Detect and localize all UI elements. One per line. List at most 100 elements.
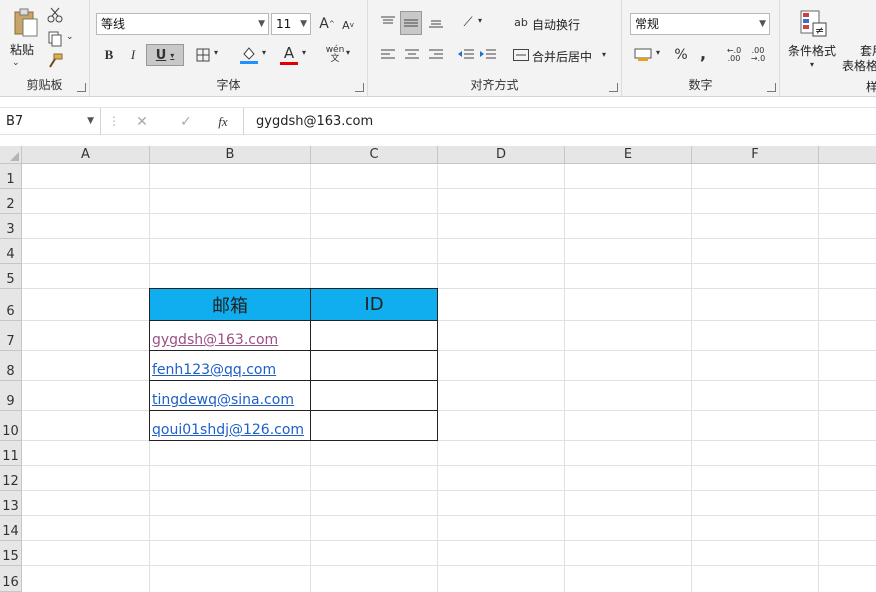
middle-align-icon[interactable]	[400, 11, 422, 35]
column-header-c[interactable]: C	[311, 146, 438, 164]
orientation-icon[interactable]: ⟋	[458, 12, 478, 32]
chevron-down-icon[interactable]: ▾	[602, 50, 606, 59]
row-header-11[interactable]: 11	[0, 441, 22, 466]
email-cell[interactable]: tingdewq@sina.com	[149, 380, 311, 411]
email-cell[interactable]: gygdsh@163.com	[149, 320, 311, 351]
row-header-2[interactable]: 2	[0, 189, 22, 214]
formula-input[interactable]: gygdsh@163.com	[256, 108, 373, 135]
chevron-down-icon[interactable]: ▾	[262, 48, 266, 57]
insert-function-icon[interactable]: fx	[212, 112, 234, 132]
select-all-button[interactable]	[0, 146, 22, 164]
row-header-12[interactable]: 12	[0, 466, 22, 491]
email-cell[interactable]: fenh123@qq.com	[149, 350, 311, 381]
id-cell[interactable]	[310, 320, 438, 351]
row-header-14[interactable]: 14	[0, 516, 22, 541]
enter-icon[interactable]: ✓	[176, 112, 196, 132]
row-header-4[interactable]: 4	[0, 239, 22, 264]
row-header-3[interactable]: 3	[0, 214, 22, 239]
header-cell-email[interactable]: 邮箱	[149, 288, 311, 321]
underline-button[interactable]: U ▾	[146, 44, 184, 66]
align-right-icon[interactable]	[426, 45, 446, 65]
column-header-a[interactable]: A	[22, 146, 150, 164]
chevron-down-icon[interactable]: ▾	[302, 48, 306, 57]
row-header-10[interactable]: 10	[0, 411, 22, 441]
increase-indent-icon[interactable]	[478, 45, 498, 65]
email-link[interactable]: tingdewq@sina.com	[152, 392, 294, 408]
row-header-1[interactable]: 1	[0, 164, 22, 189]
grow-font-button[interactable]: A ^	[318, 14, 336, 34]
chevron-down-icon[interactable]: ▾	[346, 48, 350, 57]
font-name-value: 等线	[101, 17, 126, 31]
header-cell-id[interactable]: ID	[310, 288, 438, 321]
number-format-select[interactable]: 常规 ▼	[630, 13, 770, 35]
more-options-icon[interactable]: ⋮	[108, 112, 120, 130]
id-cell[interactable]	[310, 410, 438, 441]
paste-icon[interactable]	[8, 6, 42, 40]
bottom-align-icon[interactable]	[426, 12, 446, 32]
chevron-down-icon[interactable]: ▾	[214, 48, 218, 57]
copy-icon[interactable]	[46, 30, 64, 48]
row-header-8[interactable]: 8	[0, 351, 22, 381]
clipboard-launcher-icon[interactable]	[77, 83, 86, 92]
decrease-decimal-icon[interactable]: .00 →.0	[748, 45, 768, 65]
name-box[interactable]: B7 ▼	[0, 108, 101, 135]
email-link[interactable]: fenh123@qq.com	[152, 362, 276, 378]
shrink-font-button[interactable]: Av	[340, 16, 356, 34]
alignment-launcher-icon[interactable]	[609, 83, 618, 92]
wrap-text-icon[interactable]: ab	[512, 12, 530, 32]
font-name-select[interactable]: 等线 ▼	[96, 13, 269, 35]
id-cell[interactable]	[310, 380, 438, 411]
row-header-13[interactable]: 13	[0, 491, 22, 516]
bold-button[interactable]: B	[100, 45, 118, 65]
borders-icon[interactable]	[194, 46, 212, 64]
column-header-f[interactable]: F	[692, 146, 819, 164]
paste-button[interactable]: 粘贴	[10, 41, 34, 58]
accounting-format-icon[interactable]	[632, 45, 654, 65]
merge-center-icon[interactable]	[512, 45, 530, 65]
merge-center-button[interactable]: 合并后居中	[532, 48, 592, 65]
column-header-b[interactable]: B	[150, 146, 311, 164]
percent-button[interactable]: %	[672, 45, 690, 65]
row-header-9[interactable]: 9	[0, 381, 22, 411]
comma-button[interactable]: ,	[696, 43, 710, 63]
conditional-formatting-button[interactable]: 条件格式	[788, 42, 836, 59]
cancel-icon[interactable]: ✕	[132, 112, 152, 132]
number-launcher-icon[interactable]	[767, 83, 776, 92]
column-header-e[interactable]: E	[565, 146, 692, 164]
email-link[interactable]: gygdsh@163.com	[152, 332, 278, 348]
chevron-down-icon[interactable]: ⌄	[12, 58, 20, 68]
align-center-icon[interactable]	[402, 45, 422, 65]
row-header-16[interactable]: 16	[0, 566, 22, 592]
conditional-formatting-icon[interactable]: ≠	[798, 8, 828, 38]
row-header-15[interactable]: 15	[0, 541, 22, 566]
font-color-button[interactable]: A	[278, 42, 300, 66]
format-as-table-label-2[interactable]: 表格格式	[842, 57, 876, 74]
chevron-down-icon[interactable]: ⌄	[66, 32, 74, 42]
worksheet-grid[interactable]: A B C D E F 1 2 3 4 5 6 7 8 9 10 11 12 1…	[0, 146, 876, 592]
font-size-select[interactable]: 11 ▼	[271, 13, 311, 35]
chevron-down-icon[interactable]: ▾	[656, 48, 660, 57]
chevron-down-icon[interactable]: ▾	[810, 60, 814, 69]
format-painter-icon[interactable]	[46, 52, 64, 70]
row-header-6[interactable]: 6	[0, 289, 22, 321]
email-link[interactable]: qoui01shdj@126.com	[152, 422, 304, 438]
row-header-7[interactable]: 7	[0, 321, 22, 351]
column-header-d[interactable]: D	[438, 146, 565, 164]
font-launcher-icon[interactable]	[355, 83, 364, 92]
chevron-down-icon[interactable]: ▼	[87, 108, 94, 135]
alignment-group-label: 对齐方式	[470, 78, 519, 92]
decrease-indent-icon[interactable]	[456, 45, 476, 65]
wrap-text-button[interactable]: 自动换行	[532, 16, 580, 33]
column-header-g[interactable]	[819, 146, 876, 164]
chevron-down-icon[interactable]: ▾	[478, 16, 482, 25]
top-align-icon[interactable]	[378, 12, 398, 32]
increase-decimal-icon[interactable]: ←.0.00	[724, 45, 744, 65]
phonetic-button[interactable]: wén 文	[324, 44, 346, 66]
fill-color-icon[interactable]	[238, 44, 260, 66]
align-left-icon[interactable]	[378, 45, 398, 65]
id-cell[interactable]	[310, 350, 438, 381]
row-header-5[interactable]: 5	[0, 264, 22, 289]
email-cell[interactable]: qoui01shdj@126.com	[149, 410, 311, 441]
italic-button[interactable]: I	[124, 45, 142, 65]
cut-icon[interactable]	[46, 6, 64, 24]
